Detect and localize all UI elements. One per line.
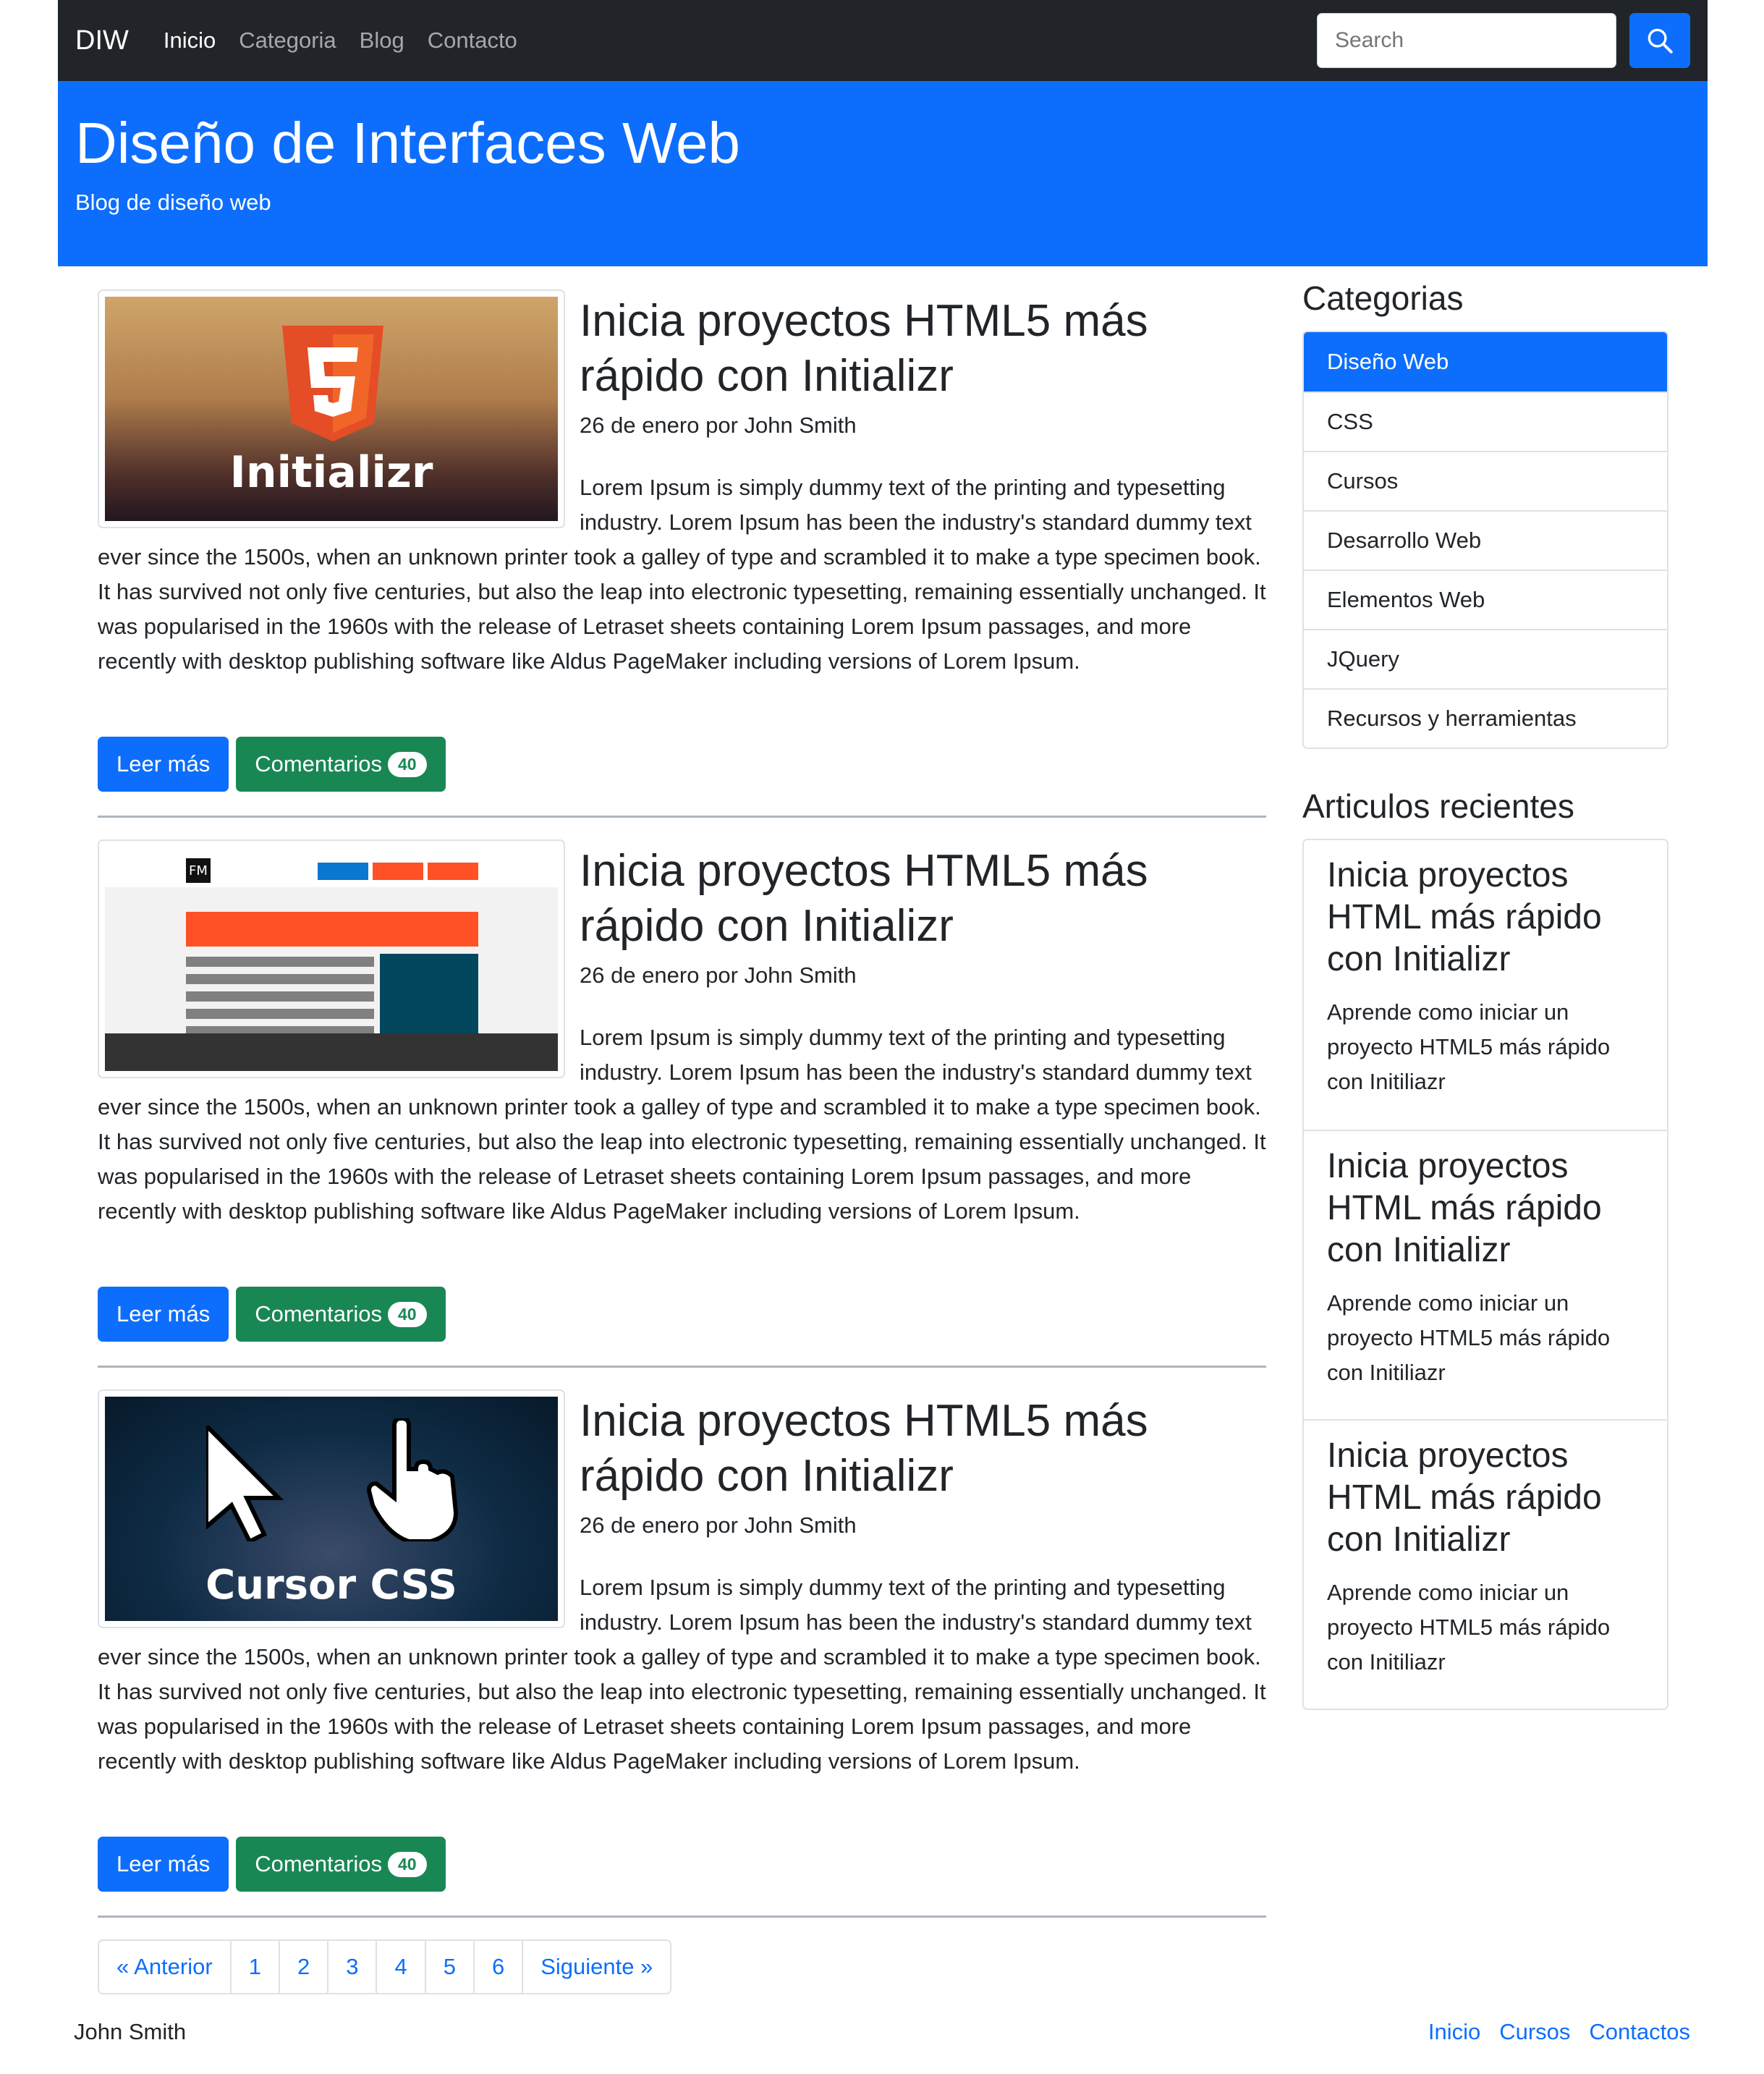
- page-6[interactable]: 6: [472, 1941, 522, 1993]
- recent-article[interactable]: Inicia proyectos HTML más rápido con Ini…: [1304, 840, 1667, 1130]
- read-more-button[interactable]: Leer más: [98, 737, 229, 792]
- post-divider: [98, 816, 1266, 818]
- post-divider: [98, 1366, 1266, 1368]
- recent-articles-heading: Articulos recientes: [1302, 787, 1574, 825]
- post-body: Inicia proyectos HTML5 más rápido con In…: [98, 839, 1266, 989]
- recent-article-title[interactable]: Inicia proyectos HTML más rápido con Ini…: [1327, 855, 1644, 981]
- category-item[interactable]: JQuery: [1304, 629, 1667, 688]
- comments-count-badge: 40: [387, 751, 427, 777]
- category-item[interactable]: CSS: [1304, 391, 1667, 451]
- post-card: Cursor CSS Inicia proyectos HTML5 más rá…: [98, 1389, 1266, 1939]
- category-item[interactable]: Diseño Web: [1304, 332, 1667, 391]
- post-body: Inicia proyectos HTML5 más rápido con In…: [98, 1389, 1266, 1538]
- search-button[interactable]: [1629, 13, 1690, 68]
- nav-links: Inicio Categoria Blog Contacto: [164, 27, 1317, 54]
- nav-link-categoria[interactable]: Categoria: [239, 27, 336, 54]
- comments-label: Comentarios: [255, 1301, 382, 1326]
- post-meta: 26 de enero por John Smith: [580, 412, 857, 438]
- sidebar: Categorias Diseño Web CSS Cursos Desarro…: [1302, 279, 1668, 1710]
- category-item[interactable]: Recursos y herramientas: [1304, 688, 1667, 748]
- post-actions: Leer más Comentarios 40: [98, 1837, 446, 1892]
- footer-links: Inicio Cursos Contactos: [1428, 2019, 1690, 2045]
- hero-banner: Diseño de Interfaces Web Blog de diseño …: [58, 81, 1708, 266]
- top-navbar: DIW Inicio Categoria Blog Contacto: [58, 0, 1708, 81]
- post-meta: 26 de enero por John Smith: [580, 962, 857, 988]
- footer-link-cursos[interactable]: Cursos: [1499, 2019, 1570, 2045]
- recent-article[interactable]: Inicia proyectos HTML más rápido con Ini…: [1304, 1419, 1667, 1709]
- post-body: Inicia proyectos HTML5 más rápido con In…: [98, 289, 1266, 439]
- recent-article[interactable]: Inicia proyectos HTML más rápido con Ini…: [1304, 1130, 1667, 1419]
- post-title[interactable]: Inicia proyectos HTML5 más rápido con In…: [580, 289, 1266, 404]
- site-title: Diseño de Interfaces Web: [75, 111, 741, 175]
- recent-article-summary: Aprende como iniciar un proyecto HTML5 m…: [1327, 1290, 1611, 1385]
- category-item[interactable]: Desarrollo Web: [1304, 510, 1667, 570]
- search-icon: [1648, 28, 1673, 54]
- category-item[interactable]: Cursos: [1304, 451, 1667, 510]
- comments-label: Comentarios: [255, 751, 382, 776]
- page-4[interactable]: 4: [376, 1941, 424, 1993]
- comments-button[interactable]: Comentarios 40: [236, 1287, 446, 1342]
- read-more-button[interactable]: Leer más: [98, 1837, 229, 1892]
- post-excerpt: Lorem Ipsum is simply dummy text of the …: [98, 1025, 1266, 1224]
- category-item[interactable]: Elementos Web: [1304, 570, 1667, 629]
- post-actions: Leer más Comentarios 40: [98, 737, 446, 792]
- site-subtitle: Blog de diseño web: [75, 190, 271, 215]
- post-excerpt: Lorem Ipsum is simply dummy text of the …: [98, 1575, 1266, 1774]
- page-2[interactable]: 2: [278, 1941, 327, 1993]
- page-prev[interactable]: « Anterior: [99, 1941, 230, 1993]
- page-3[interactable]: 3: [327, 1941, 376, 1993]
- recent-article-title[interactable]: Inicia proyectos HTML más rápido con Ini…: [1327, 1435, 1644, 1561]
- pagination: « Anterior 1 2 3 4 5 6 Siguiente »: [98, 1939, 672, 1994]
- footer-author: John Smith: [74, 2019, 187, 2044]
- comments-button[interactable]: Comentarios 40: [236, 737, 446, 792]
- post-divider: [98, 1916, 1266, 1918]
- nav-link-blog[interactable]: Blog: [360, 27, 404, 54]
- posts-list: Initializr Inicia proyectos HTML5 más rá…: [98, 289, 1266, 1939]
- post-title[interactable]: Inicia proyectos HTML5 más rápido con In…: [580, 1389, 1266, 1504]
- post-meta: 26 de enero por John Smith: [580, 1512, 857, 1538]
- nav-link-contacto[interactable]: Contacto: [428, 27, 517, 54]
- categories-heading: Categorias: [1302, 279, 1464, 317]
- post-actions: Leer más Comentarios 40: [98, 1287, 446, 1342]
- post-title[interactable]: Inicia proyectos HTML5 más rápido con In…: [580, 839, 1266, 954]
- brand-logo[interactable]: DIW: [75, 25, 129, 56]
- post-card: Initializr Inicia proyectos HTML5 más rá…: [98, 289, 1266, 839]
- post-excerpt: Lorem Ipsum is simply dummy text of the …: [98, 475, 1266, 674]
- comments-count-badge: 40: [387, 1851, 427, 1877]
- recent-article-summary: Aprende como iniciar un proyecto HTML5 m…: [1327, 999, 1611, 1094]
- search-form: [1317, 13, 1690, 68]
- footer-link-contactos[interactable]: Contactos: [1589, 2019, 1690, 2045]
- post-card: FM Inicia proyectos HTML5 más rápido con…: [98, 839, 1266, 1389]
- page-5[interactable]: 5: [424, 1941, 473, 1993]
- page-next[interactable]: Siguiente »: [522, 1941, 670, 1993]
- search-input[interactable]: [1317, 13, 1616, 68]
- comments-count-badge: 40: [387, 1301, 427, 1327]
- page-1[interactable]: 1: [229, 1941, 279, 1993]
- comments-label: Comentarios: [255, 1851, 382, 1876]
- footer-link-inicio[interactable]: Inicio: [1428, 2019, 1480, 2045]
- categories-list: Diseño Web CSS Cursos Desarrollo Web Ele…: [1302, 331, 1668, 749]
- recent-article-title[interactable]: Inicia proyectos HTML más rápido con Ini…: [1327, 1146, 1644, 1271]
- comments-button[interactable]: Comentarios 40: [236, 1837, 446, 1892]
- read-more-button[interactable]: Leer más: [98, 1287, 229, 1342]
- recent-article-summary: Aprende como iniciar un proyecto HTML5 m…: [1327, 1580, 1611, 1675]
- nav-link-inicio[interactable]: Inicio: [164, 27, 216, 54]
- recent-articles-list: Inicia proyectos HTML más rápido con Ini…: [1302, 839, 1668, 1710]
